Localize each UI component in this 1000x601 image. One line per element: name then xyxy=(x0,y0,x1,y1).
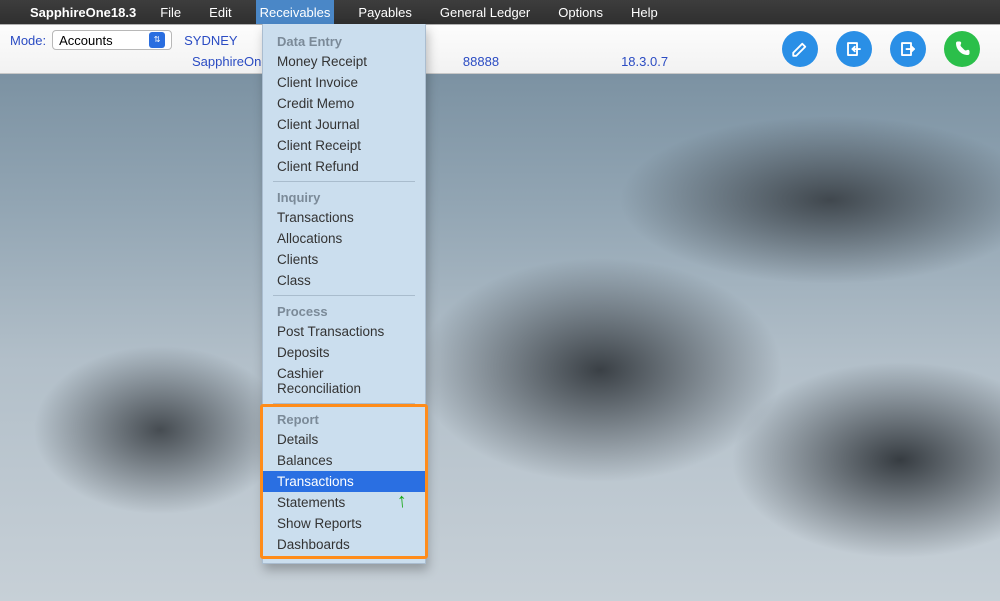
menu-edit[interactable]: Edit xyxy=(205,0,235,24)
annotation-arrow-icon: ↑ xyxy=(396,490,408,514)
dropdown-item[interactable]: Transactions xyxy=(263,471,425,492)
dropdown-item[interactable]: Dashboards xyxy=(263,534,425,555)
dropdown-section-header: Data Entry xyxy=(263,30,425,51)
dropdown-section-header: Process xyxy=(263,300,425,321)
export-icon[interactable] xyxy=(890,31,926,67)
dropdown-item[interactable]: Client Invoice xyxy=(263,72,425,93)
dropdown-item[interactable]: Transactions xyxy=(263,207,425,228)
dropdown-item[interactable]: Post Transactions xyxy=(263,321,425,342)
phone-icon[interactable] xyxy=(944,31,980,67)
mode-select[interactable]: Accounts ⇅ xyxy=(52,30,172,50)
chevron-updown-icon: ⇅ xyxy=(149,32,165,48)
dropdown-item[interactable]: Deposits xyxy=(263,342,425,363)
menu-file[interactable]: File xyxy=(156,0,185,24)
dropdown-divider xyxy=(273,181,415,182)
dropdown-item[interactable]: Client Journal xyxy=(263,114,425,135)
dropdown-item[interactable]: Balances xyxy=(263,450,425,471)
menu-options[interactable]: Options xyxy=(554,0,607,24)
menu-help[interactable]: Help xyxy=(627,0,662,24)
menu-payables[interactable]: Payables xyxy=(354,0,415,24)
code-value: 88888 xyxy=(463,54,499,69)
dropdown-item[interactable]: Show Reports xyxy=(263,513,425,534)
dropdown-item[interactable]: Client Refund xyxy=(263,156,425,177)
dropdown-item[interactable]: Details xyxy=(263,429,425,450)
dropdown-divider xyxy=(273,403,415,404)
desktop-wallpaper xyxy=(0,0,1000,601)
dropdown-item[interactable]: Class xyxy=(263,270,425,291)
dropdown-item[interactable]: Allocations xyxy=(263,228,425,249)
dropdown-item[interactable]: Client Receipt xyxy=(263,135,425,156)
mode-select-value: Accounts xyxy=(59,33,112,48)
dropdown-section-header: Inquiry xyxy=(263,186,425,207)
menu-receivables[interactable]: Receivables xyxy=(256,0,335,24)
dropdown-item[interactable]: Credit Memo xyxy=(263,93,425,114)
menu-general-ledger[interactable]: General Ledger xyxy=(436,0,534,24)
dropdown-item[interactable]: Clients xyxy=(263,249,425,270)
import-icon[interactable] xyxy=(836,31,872,67)
mode-label: Mode: xyxy=(10,33,46,48)
dropdown-section-header: Report xyxy=(263,408,425,429)
receivables-dropdown: Data EntryMoney ReceiptClient InvoiceCre… xyxy=(262,24,426,564)
dropdown-item[interactable]: Money Receipt xyxy=(263,51,425,72)
dropdown-item[interactable]: Cashier Reconciliation xyxy=(263,363,425,399)
app-toolbar: Mode: Accounts ⇅ SYDNEY SapphireOne S 88… xyxy=(0,24,1000,74)
location-link[interactable]: SYDNEY xyxy=(184,33,237,48)
dropdown-divider xyxy=(273,295,415,296)
version-value: 18.3.0.7 xyxy=(621,54,668,69)
mac-menubar: SapphireOne18.3 File Edit Receivables Pa… xyxy=(0,0,1000,24)
app-title[interactable]: SapphireOne18.3 xyxy=(30,5,136,20)
edit-icon[interactable] xyxy=(782,31,818,67)
